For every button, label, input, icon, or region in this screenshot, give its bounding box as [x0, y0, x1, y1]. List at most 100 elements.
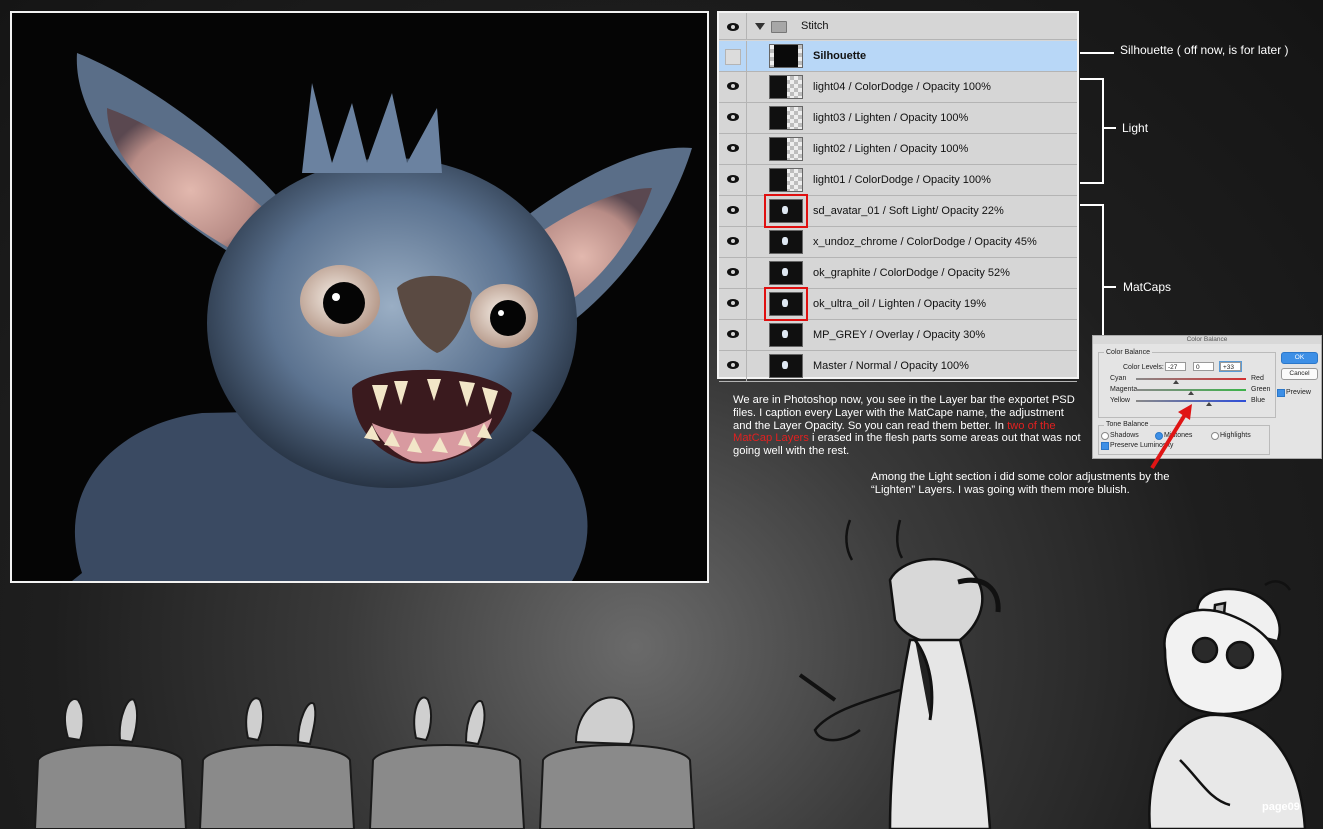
layer-row[interactable]: x_undoz_chrome / ColorDodge / Opacity 45… [719, 227, 1077, 258]
slider-left-label: Magenta [1110, 386, 1138, 393]
visibility-toggle[interactable] [719, 13, 747, 39]
midtones-label: Midtones [1164, 432, 1193, 439]
layer-row[interactable]: light04 / ColorDodge / Opacity 100% [719, 72, 1077, 103]
visibility-toggle[interactable] [719, 351, 747, 381]
layer-thumbnail[interactable] [769, 137, 803, 161]
color-balance-dialog: Color Balance Color Balance Color Levels… [1092, 335, 1322, 459]
light-adjustment-caption: Among the Light section i did some color… [871, 471, 1170, 496]
visibility-toggle[interactable] [719, 72, 747, 102]
layer-row[interactable]: light02 / Lighten / Opacity 100% [719, 134, 1077, 165]
visibility-toggle[interactable] [719, 134, 747, 164]
layer-thumbnail[interactable] [769, 261, 803, 285]
color-slider-track[interactable] [1136, 400, 1246, 402]
layer-name: Master / Normal / Opacity 100% [813, 360, 969, 372]
layer-name: Silhouette [813, 50, 867, 62]
doctor-character [798, 519, 1001, 829]
visibility-toggle[interactable] [719, 227, 747, 257]
shadows-label: Shadows [1110, 432, 1139, 439]
page-number: page09 [1262, 801, 1300, 813]
visibility-toggle[interactable] [719, 41, 747, 71]
layer-thumbnail[interactable] [764, 194, 808, 228]
slider-thumb-handle[interactable] [1188, 391, 1194, 395]
color-balance-group [1098, 352, 1276, 418]
matcaps-annotation: MatCaps [1123, 280, 1172, 294]
layers-panel: Stitch Silhouette light04 / ColorDodge / … [717, 11, 1079, 382]
visibility-toggle[interactable] [719, 165, 747, 195]
visibility-toggle[interactable] [719, 289, 747, 319]
layer-name: light02 / Lighten / Opacity 100% [813, 143, 969, 155]
layer-row[interactable]: MP_GREY / Overlay / Opacity 30% [719, 320, 1077, 351]
eye-icon [727, 206, 739, 214]
layer-row[interactable]: light01 / ColorDodge / Opacity 100% [719, 165, 1077, 196]
eye-icon [727, 175, 739, 183]
layer-name: light03 / Lighten / Opacity 100% [813, 112, 969, 124]
highlights-radio[interactable] [1211, 432, 1219, 440]
layer-name: light01 / ColorDodge / Opacity 100% [813, 174, 991, 186]
slider-thumb-handle[interactable] [1173, 380, 1180, 384]
tone-balance-section-label: Tone Balance [1104, 421, 1151, 428]
layer-name: light04 / ColorDodge / Opacity 100% [813, 81, 991, 93]
color-balance-section-label: Color Balance [1104, 349, 1152, 356]
layer-thumbnail[interactable] [769, 44, 803, 68]
yellow-blue-level-field[interactable]: +33 [1219, 361, 1242, 372]
light-annotation: Light [1122, 121, 1149, 135]
eye-icon [727, 113, 739, 121]
visibility-toggle[interactable] [719, 258, 747, 288]
layer-thumbnail[interactable] [764, 287, 808, 321]
preview-label: Preview [1286, 389, 1311, 396]
eye-icon [727, 237, 739, 245]
layer-thumbnail[interactable] [769, 106, 803, 130]
color-slider-track[interactable] [1136, 378, 1246, 380]
ok-button[interactable]: OK [1281, 352, 1318, 364]
cyan-red-level-field[interactable]: -27 [1165, 362, 1186, 371]
highlights-label: Highlights [1220, 432, 1251, 439]
layer-name: ok_ultra_oil / Lighten / Opacity 19% [813, 298, 987, 310]
render-image-frame [10, 11, 709, 583]
midtones-radio[interactable] [1155, 432, 1163, 440]
eye-icon [727, 23, 739, 31]
nurse-character [1148, 580, 1307, 829]
layer-row[interactable]: sd_avatar_01 / Soft Light/ Opacity 22% [719, 194, 1077, 228]
eye-icon [727, 268, 739, 276]
eye-icon [727, 330, 739, 338]
shadows-radio[interactable] [1101, 432, 1109, 440]
slider-right-label: Red [1251, 375, 1264, 382]
layer-thumbnail[interactable] [769, 354, 803, 378]
visibility-toggle[interactable] [719, 320, 747, 350]
visibility-toggle[interactable] [719, 196, 747, 226]
preview-checkbox[interactable] [1277, 389, 1285, 397]
visibility-toggle[interactable] [719, 103, 747, 133]
layer-thumbnail[interactable] [769, 75, 803, 99]
slider-right-label: Blue [1251, 397, 1266, 404]
preserve-luminosity-checkbox[interactable] [1101, 442, 1109, 450]
layer-row[interactable]: Master / Normal / Opacity 100% [719, 351, 1077, 382]
layer-thumbnail[interactable] [769, 168, 803, 192]
bat-creature-render [72, 53, 692, 581]
slider-thumb-handle[interactable] [1206, 402, 1213, 406]
bunny-ears [64, 696, 635, 746]
disclosure-triangle-icon[interactable] [755, 23, 765, 30]
layer-row[interactable]: Silhouette [719, 41, 1077, 72]
layer-group-name: Stitch [801, 20, 829, 32]
caption-text: We are in Photoshop now, you see in the … [733, 394, 1083, 458]
eye-icon [727, 144, 739, 152]
layer-row[interactable]: ok_graphite / ColorDodge / Opacity 52% [719, 258, 1077, 289]
hidden-visibility-icon [725, 49, 741, 65]
tone-balance-group [1098, 425, 1270, 455]
layer-row[interactable]: light03 / Lighten / Opacity 100% [719, 103, 1077, 134]
layer-name: x_undoz_chrome / ColorDodge / Opacity 45… [813, 236, 1037, 248]
silhouette-pointer-line [1080, 52, 1114, 54]
slider-left-label: Yellow [1110, 397, 1130, 404]
color-levels-label: Color Levels: [1123, 364, 1164, 371]
slider-left-label: Cyan [1110, 375, 1127, 382]
audience-seats [33, 744, 696, 829]
eye-icon [727, 299, 739, 307]
magenta-green-level-field[interactable]: 0 [1193, 362, 1214, 371]
layer-name: sd_avatar_01 / Soft Light/ Opacity 22% [813, 205, 1004, 217]
silhouette-annotation: Silhouette ( off now, is for later ) [1120, 43, 1289, 57]
layer-thumbnail[interactable] [769, 230, 803, 254]
layer-row[interactable]: ok_ultra_oil / Lighten / Opacity 19% [719, 287, 1077, 321]
layer-group-row[interactable]: Stitch [719, 13, 1077, 40]
layer-thumbnail[interactable] [769, 323, 803, 347]
cancel-button[interactable]: Cancel [1281, 368, 1318, 380]
